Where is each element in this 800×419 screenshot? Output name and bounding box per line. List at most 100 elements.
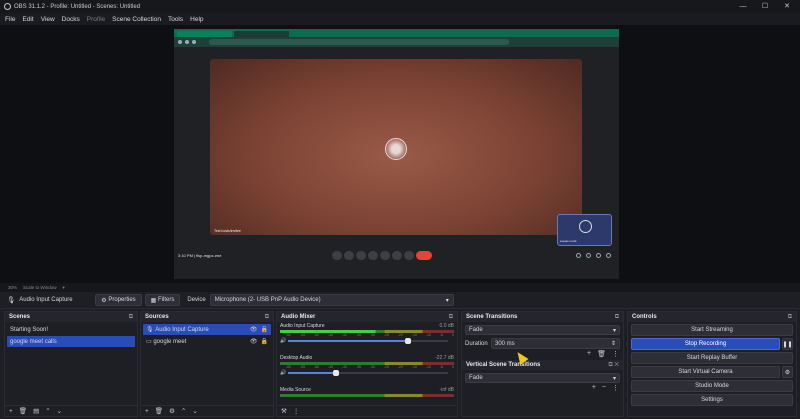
sources-header: Sources ⧉: [141, 312, 273, 322]
lock-icon[interactable]: 🔒: [261, 338, 268, 345]
close-icon[interactable]: ✕: [776, 0, 798, 13]
maximize-icon[interactable]: ☐: [754, 0, 776, 13]
volume-knob[interactable]: [333, 370, 339, 376]
volume-slider[interactable]: [288, 338, 448, 344]
pause-icon[interactable]: ❚❚: [782, 338, 793, 350]
filters-button[interactable]: ▦ Filters: [144, 294, 181, 306]
scale-mode[interactable]: Scale to Window: [23, 285, 57, 290]
chevron-down-icon: ▾: [445, 297, 449, 304]
wrench-icon[interactable]: ⚒: [281, 407, 287, 415]
channel-db: 0.0 dB: [439, 323, 454, 329]
tick-label: -5: [439, 333, 443, 337]
add-icon[interactable]: +: [592, 384, 596, 392]
more-icon[interactable]: ⋮: [293, 407, 300, 415]
meter-ticks: -60 -55 -50 -45 -40 -35 -30 -25 -20 -15 -10 -5 0: [280, 333, 454, 337]
move-down-icon[interactable]: ⌄: [57, 407, 62, 415]
start-streaming-button[interactable]: Start Streaming: [631, 324, 793, 336]
vertical-transition-select[interactable]: Fade ▾: [465, 373, 620, 383]
add-icon[interactable]: +: [9, 408, 13, 415]
replay-buffer-button[interactable]: Start Replay Buffer: [631, 352, 793, 364]
scene-item[interactable]: Starting Soon!: [7, 324, 135, 335]
transition-select[interactable]: Fade ▾: [465, 325, 620, 335]
mixer-channel: Desktop Audio -22.7 dB -60 -55 -50 -45 -40 -3…: [277, 354, 457, 386]
window-controls: — ☐ ✕: [732, 0, 798, 13]
tick-label: -60: [286, 365, 292, 369]
camera-icon: [344, 251, 354, 260]
gear-icon[interactable]: ⚙: [169, 407, 175, 415]
mixer-header: Audio Mixer ⧉: [277, 312, 457, 322]
filter-icon[interactable]: ▤: [33, 407, 39, 415]
menu-profile[interactable]: Profile: [87, 16, 105, 23]
scene-item-label: Starting Soon!: [10, 326, 49, 333]
stop-recording-button[interactable]: Stop Recording: [631, 338, 780, 350]
volume-slider[interactable]: [288, 370, 448, 376]
move-up-icon[interactable]: ⌃: [45, 407, 50, 415]
float-dock-icon[interactable]: ⧉: [265, 314, 269, 321]
source-item[interactable]: ▭ google meet 👁 🔒: [143, 336, 271, 347]
menu-edit[interactable]: Edit: [22, 16, 33, 23]
properties-button[interactable]: ⚙ Properties: [95, 294, 142, 306]
speaker-icon[interactable]: 🔊: [280, 370, 288, 376]
menu-help[interactable]: Help: [190, 16, 203, 23]
mic-icon: [332, 251, 342, 260]
eye-icon[interactable]: 👁: [250, 326, 258, 333]
more-icon: [404, 251, 414, 260]
settings-button[interactable]: Settings: [631, 394, 793, 406]
speaker-icon[interactable]: 🔊: [280, 338, 288, 344]
delete-icon[interactable]: 🗑: [597, 350, 606, 358]
delete-icon[interactable]: 🗑: [155, 407, 163, 415]
move-down-icon[interactable]: ⌄: [192, 407, 197, 415]
device-value: Microphone (2- USB PnP Audio Device): [214, 297, 321, 303]
duration-spinbox[interactable]: 300 ms ⇕: [491, 338, 620, 349]
transitions-header: Scene Transitions ⧉: [462, 312, 623, 322]
device-label: Device: [187, 297, 206, 303]
delete-icon[interactable]: 🗑: [19, 407, 27, 415]
float-dock-icon[interactable]: ⧉: [449, 314, 453, 321]
minimize-icon[interactable]: —: [732, 0, 754, 13]
float-dock-icon[interactable]: ⧉: [129, 314, 133, 321]
studio-mode-button[interactable]: Studio Mode: [631, 380, 793, 392]
meet-window: Test hosts/invitee Loewe Lond 3:10 PM | …: [174, 47, 619, 279]
menu-file[interactable]: File: [5, 16, 15, 23]
zoom-level[interactable]: 30%: [8, 285, 17, 290]
lock-icon[interactable]: 🔒: [261, 326, 268, 333]
tick-label: -30: [369, 333, 375, 337]
source-item-selected[interactable]: 🎙 Audio Input Capture 👁 🔒: [143, 324, 271, 335]
device-select[interactable]: Microphone (2- USB PnP Audio Device) ▾: [209, 294, 454, 306]
menu-docks[interactable]: Docks: [62, 16, 80, 23]
menu-scene-collection[interactable]: Scene Collection: [112, 16, 161, 23]
controls-header: Controls ⧉: [628, 312, 796, 322]
volume-knob[interactable]: [405, 338, 411, 344]
preview-canvas[interactable]: Test hosts/invitee Loewe Lond 3:10 PM | …: [0, 25, 800, 283]
controls-dock: Controls ⧉ Start Streaming Stop Recordin…: [627, 311, 797, 417]
add-icon[interactable]: +: [145, 408, 149, 415]
float-dock-icon[interactable]: ⧉ ✕: [608, 362, 619, 369]
eye-icon[interactable]: 👁: [250, 338, 258, 345]
menu-bar: File Edit View Docks Profile Scene Colle…: [0, 13, 800, 25]
scene-item-selected[interactable]: google meet calls: [7, 336, 135, 347]
more-icon[interactable]: ⋮: [612, 384, 619, 392]
source-item-label: Audio Input Capture: [155, 326, 209, 333]
end-call-icon: [416, 251, 432, 260]
controls-title: Controls: [632, 314, 657, 320]
menu-tools[interactable]: Tools: [168, 16, 183, 23]
tick-label: -35: [355, 333, 361, 337]
spin-arrows-icon[interactable]: ⇕: [611, 340, 616, 347]
move-up-icon[interactable]: ⌃: [181, 407, 186, 415]
more-icon[interactable]: ⋮: [612, 350, 619, 358]
vertical-transition-tools: + − ⋮: [462, 384, 619, 392]
transitions-title: Scene Transitions: [466, 314, 518, 320]
add-icon[interactable]: +: [587, 350, 591, 358]
gear-icon[interactable]: ⚙: [782, 366, 793, 378]
float-dock-icon[interactable]: ⧉: [615, 314, 619, 321]
remove-icon[interactable]: −: [602, 384, 606, 392]
menu-view[interactable]: View: [41, 16, 55, 23]
volume-row: 🔊: [280, 338, 454, 344]
tick-label: -40: [341, 365, 347, 369]
tick-label: -50: [313, 365, 320, 369]
sources-toolbar: + 🗑 ⚙ ⌃ ⌄: [141, 405, 273, 416]
chevron-down-icon[interactable]: ▾: [63, 285, 65, 291]
float-dock-icon[interactable]: ⧉: [788, 314, 792, 321]
virtual-camera-button[interactable]: Start Virtual Camera: [631, 366, 780, 378]
preview-zoom-bar: 30% Scale to Window ▾: [0, 283, 800, 292]
